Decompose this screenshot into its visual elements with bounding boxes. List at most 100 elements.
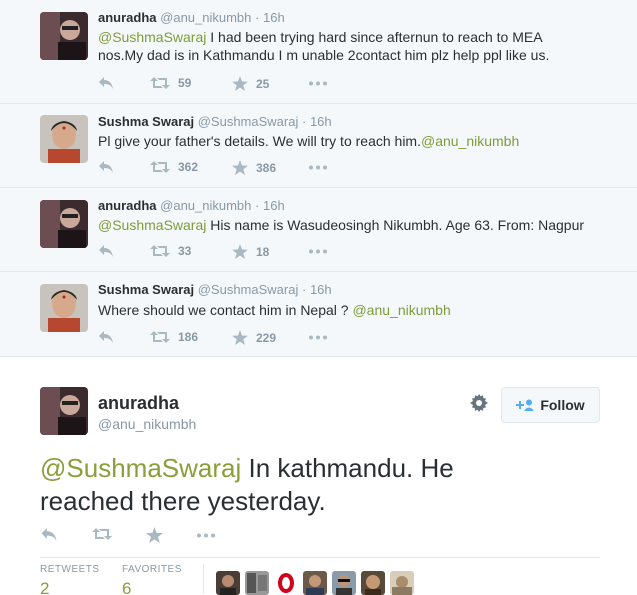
mention-link[interactable]: @SushmaSwaraj — [40, 453, 241, 483]
retweet-button[interactable]: 59 — [150, 76, 191, 90]
favoriter-avatar[interactable] — [390, 571, 414, 595]
favorite-icon — [232, 244, 248, 259]
mention-link[interactable]: @SushmaSwaraj — [98, 217, 206, 233]
reply-button[interactable] — [98, 330, 114, 344]
favorite-count: 18 — [256, 244, 270, 259]
tweet-text: @SushmaSwaraj In kathmandu. He reached th… — [40, 452, 600, 518]
follow-user-icon — [516, 399, 535, 411]
retweets-label: RETWEETS — [40, 564, 100, 575]
reply-button[interactable] — [98, 160, 114, 174]
favoriter-avatar[interactable] — [245, 571, 269, 595]
reply-icon — [41, 528, 57, 541]
avatar[interactable] — [40, 387, 88, 435]
favoriter-avatars — [216, 571, 419, 595]
more-button[interactable] — [308, 165, 328, 170]
reply-icon — [99, 245, 113, 257]
focused-tweet: anuradha @anu_nikumbh Follow @SushmaSwar… — [0, 357, 637, 595]
favorite-button[interactable] — [146, 527, 163, 543]
retweet-button[interactable] — [92, 527, 112, 541]
tweet-text: @SushmaSwaraj I had been trying hard sin… — [98, 28, 598, 64]
more-icon — [309, 249, 327, 254]
timestamp[interactable]: 16h — [263, 10, 285, 25]
screen-name[interactable]: @anu_nikumbh — [98, 416, 196, 432]
author-name[interactable]: anuradha — [98, 393, 179, 414]
favoriter-avatar[interactable] — [274, 571, 298, 595]
avatar[interactable] — [40, 115, 88, 163]
mention-link[interactable]: @SushmaSwaraj — [98, 29, 206, 45]
avatar[interactable] — [40, 200, 88, 248]
more-button[interactable] — [308, 249, 328, 254]
author-name[interactable]: Sushma Swaraj — [98, 114, 194, 129]
more-button[interactable] — [308, 335, 328, 340]
follow-button[interactable]: Follow — [501, 387, 600, 423]
retweet-count: 59 — [178, 76, 192, 90]
reply-button[interactable] — [40, 527, 58, 542]
timestamp[interactable]: 16h — [310, 114, 332, 129]
favorite-button[interactable]: 25 — [232, 76, 269, 91]
screen-name[interactable]: @anu_nikumbh — [160, 198, 251, 213]
follow-label: Follow — [540, 397, 585, 413]
mention-link[interactable]: @anu_nikumbh — [421, 133, 519, 149]
favorite-count: 229 — [256, 330, 277, 345]
separator-dot: · — [255, 198, 260, 213]
separator-dot: · — [301, 114, 307, 129]
more-button[interactable] — [308, 81, 328, 86]
thread-tweet[interactable]: anuradha @anu_nikumbh · 16h @SushmaSwara… — [0, 0, 637, 104]
stats-separator — [203, 564, 204, 594]
thread-tweet[interactable]: Sushma Swaraj @SushmaSwaraj · 16h Pl giv… — [0, 104, 637, 188]
tweet-text-part: I had been trying hard since afternun to… — [206, 29, 543, 45]
favorite-button[interactable]: 386 — [232, 160, 276, 175]
more-button[interactable] — [196, 533, 216, 538]
tweet-header: Sushma Swaraj @SushmaSwaraj · 16h — [98, 282, 332, 297]
tweet-text: Where should we contact him in Nepal ? @… — [98, 301, 598, 319]
tweet-text-part: nos.My dad is in Kathmandu I m unable 2c… — [98, 47, 550, 63]
favorites-count: 6 — [122, 579, 132, 595]
mention-link[interactable]: @anu_nikumbh — [352, 302, 450, 318]
timestamp[interactable]: 16h — [263, 198, 285, 213]
timestamp[interactable]: 16h — [310, 282, 332, 297]
favorite-button[interactable]: 229 — [232, 330, 276, 345]
more-icon — [197, 533, 215, 538]
author-name[interactable]: anuradha — [98, 10, 157, 25]
favorite-icon — [232, 330, 248, 345]
tweet-text-part: Where should we contact him in Nepal ? — [98, 302, 353, 318]
avatar[interactable] — [40, 284, 88, 332]
author-name[interactable]: Sushma Swaraj — [98, 282, 194, 297]
favoriter-avatar[interactable] — [361, 571, 385, 595]
avatar[interactable] — [40, 12, 88, 60]
reply-button[interactable] — [98, 76, 114, 90]
author-name[interactable]: anuradha — [98, 198, 157, 213]
thread-tweet[interactable]: Sushma Swaraj @SushmaSwaraj · 16h Where … — [0, 272, 637, 357]
favoriter-avatar[interactable] — [332, 571, 356, 595]
reply-icon — [99, 331, 113, 343]
tweet-text-part: Pl give your father's details. We will t… — [98, 133, 421, 149]
favorite-icon — [232, 160, 248, 175]
favoriter-avatar[interactable] — [216, 571, 240, 595]
favorites-stat[interactable]: FAVORITES 6 — [122, 564, 182, 595]
retweets-stat[interactable]: RETWEETS 2 — [40, 564, 100, 595]
retweet-button[interactable]: 186 — [150, 330, 198, 344]
favorites-label: FAVORITES — [122, 564, 182, 575]
gear-icon — [470, 394, 488, 412]
screen-name[interactable]: @SushmaSwaraj — [198, 282, 299, 297]
screen-name[interactable]: @SushmaSwaraj — [198, 114, 299, 129]
retweet-count: 362 — [178, 160, 199, 174]
thread-tweet[interactable]: anuradha @anu_nikumbh · 16h @SushmaSwara… — [0, 188, 637, 272]
divider — [40, 557, 600, 558]
retweet-count: 33 — [178, 244, 192, 258]
favorite-button[interactable]: 18 — [232, 244, 269, 259]
retweet-button[interactable]: 33 — [150, 244, 191, 258]
more-icon — [309, 165, 327, 170]
retweet-icon — [150, 77, 170, 89]
tweet-header: Sushma Swaraj @SushmaSwaraj · 16h — [98, 114, 332, 129]
more-icon — [309, 81, 327, 86]
settings-button[interactable] — [470, 394, 488, 417]
favoriter-avatar[interactable] — [303, 571, 327, 595]
screen-name[interactable]: @anu_nikumbh — [160, 10, 251, 25]
favorite-count: 386 — [256, 160, 277, 175]
retweet-icon — [150, 245, 170, 257]
reply-button[interactable] — [98, 244, 114, 258]
retweets-count: 2 — [40, 579, 50, 595]
retweet-button[interactable]: 362 — [150, 160, 198, 174]
tweet-text-part: reached there yesterday. — [40, 486, 326, 516]
